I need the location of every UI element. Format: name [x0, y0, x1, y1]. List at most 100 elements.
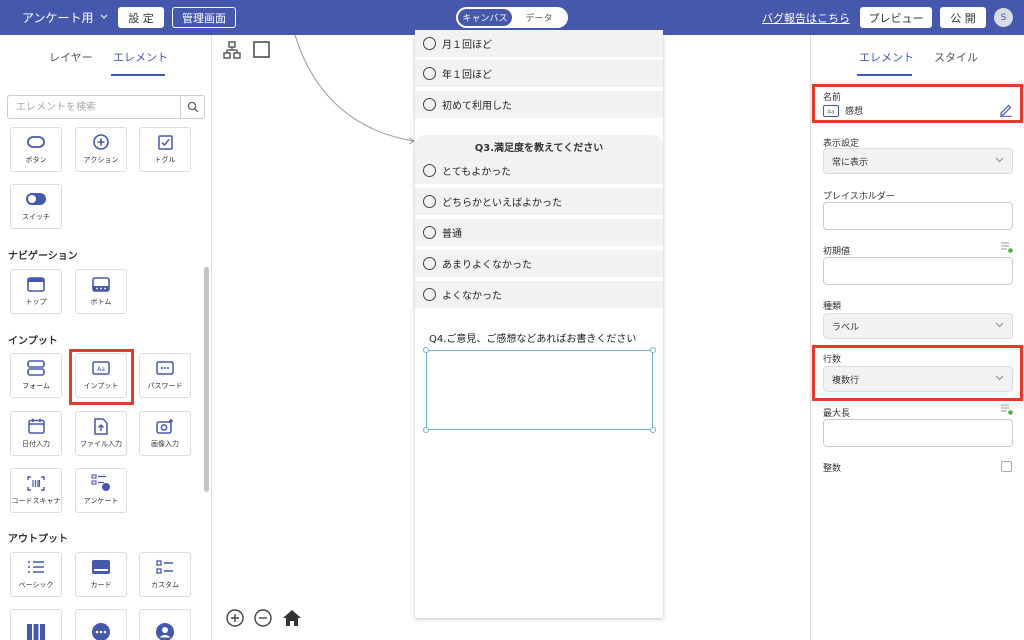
tile-card[interactable]: カード	[75, 552, 127, 597]
initial-value-input[interactable]	[823, 257, 1013, 285]
barcode-icon	[26, 475, 46, 491]
chevron-down-icon	[995, 375, 1004, 381]
avatar[interactable]: S	[994, 8, 1013, 27]
tile-more[interactable]	[75, 609, 127, 640]
text-input-icon: Aa	[823, 104, 839, 117]
resize-handle[interactable]	[650, 427, 656, 433]
tile-file-input[interactable]: ファイル入力	[75, 411, 127, 456]
tile-profile[interactable]	[139, 609, 191, 640]
canvas-tab[interactable]: キャンバス	[458, 9, 512, 26]
tab-style[interactable]: スタイル	[934, 49, 978, 65]
q2-option[interactable]: 月１回ほど	[415, 30, 663, 57]
q2-option[interactable]: 年１回ほど	[415, 60, 663, 87]
option-label: 年１回ほど	[442, 70, 492, 81]
tile-switch[interactable]: スイッチ	[10, 184, 62, 229]
home-icon[interactable]	[282, 609, 302, 627]
add-field-icon[interactable]	[1001, 403, 1013, 415]
tile-label: ボタン	[25, 156, 47, 164]
q3-option[interactable]: あまりよくなかった	[415, 250, 663, 277]
q3-option[interactable]: よくなかった	[415, 281, 663, 308]
resize-handle[interactable]	[423, 427, 429, 433]
rows-select[interactable]: 複数行	[823, 366, 1013, 392]
q3-option[interactable]: どちらかといえばよかった	[415, 188, 663, 215]
preview-button[interactable]: プレビュー	[860, 7, 932, 28]
tile-code-scanner[interactable]: コードスキャナ	[10, 468, 62, 513]
tile-form[interactable]: フォーム	[10, 353, 62, 398]
integer-checkbox[interactable]	[1001, 461, 1012, 472]
zoom-controls	[226, 609, 302, 627]
resize-handle[interactable]	[650, 347, 656, 353]
frame-icon[interactable]	[253, 41, 270, 58]
q4-title: Q4.ご意見、ご感想などあればお書きください	[429, 334, 637, 345]
tile-survey[interactable]: アンケート	[75, 468, 127, 513]
q4-textarea[interactable]	[423, 347, 656, 433]
max-length-input[interactable]	[823, 419, 1013, 447]
tile-label: ファイル入力	[80, 440, 122, 448]
search-input[interactable]	[8, 96, 180, 118]
custom-list-icon	[155, 559, 175, 575]
tile-button[interactable]: ボタン	[10, 127, 62, 172]
section-navigation: ナビゲーション	[8, 251, 78, 262]
tile-date-input[interactable]: 日付入力	[10, 411, 62, 456]
file-upload-icon	[91, 417, 111, 435]
tile-bottom[interactable]: ボトム	[75, 269, 127, 314]
zoom-in-icon[interactable]	[226, 609, 244, 627]
tree-icon[interactable]	[223, 41, 241, 59]
q3-option[interactable]: とてもよかった	[415, 157, 663, 184]
publish-button[interactable]: 公 開	[940, 7, 986, 28]
initial-value-label: 初期値	[823, 247, 851, 257]
tile-label: 画像入力	[151, 440, 179, 448]
q3-title: Q3.満足度を教えてください	[415, 135, 663, 157]
app-selector[interactable]: アンケート用	[22, 9, 108, 26]
tile-label: カスタム	[151, 581, 179, 589]
search-button[interactable]	[180, 96, 204, 118]
more-icon	[91, 622, 111, 640]
zoom-out-icon[interactable]	[254, 609, 272, 627]
password-icon	[155, 360, 175, 376]
active-tab-indicator	[111, 74, 165, 76]
active-tab-indicator	[857, 74, 912, 76]
tile-action[interactable]: アクション	[75, 127, 127, 172]
q2-option[interactable]: 初めて利用した	[415, 91, 663, 118]
q3-option[interactable]: 普通	[415, 219, 663, 246]
tile-label: フォーム	[22, 382, 50, 390]
settings-button[interactable]: 設 定	[118, 7, 164, 28]
bottom-nav-icon	[91, 276, 111, 292]
type-select[interactable]: ラベル	[823, 313, 1013, 339]
name-label: 名前	[823, 93, 842, 103]
tile-top[interactable]: トップ	[10, 269, 62, 314]
name-value: 感想	[845, 107, 864, 117]
resize-handle[interactable]	[423, 347, 429, 353]
tile-label: パスワード	[147, 382, 183, 390]
tile-toggle[interactable]: トグル	[139, 127, 191, 172]
list-icon	[26, 559, 46, 575]
admin-button[interactable]: 管理画面	[172, 7, 236, 28]
tab-elements[interactable]: エレメント	[113, 49, 168, 65]
element-palette: ボタン アクション トグル スイッチ ナビゲーション トップ ボトム インプット…	[0, 127, 200, 640]
left-panel: レイヤー エレメント ボタン アクション トグル スイッチ ナビゲーション	[0, 35, 212, 640]
placeholder-input[interactable]	[823, 202, 1013, 230]
option-label: 初めて利用した	[442, 101, 512, 112]
tile-columns[interactable]	[10, 609, 62, 640]
option-label: 月１回ほど	[442, 40, 492, 51]
option-label: あまりよくなかった	[442, 260, 532, 271]
tile-basic[interactable]: ベーシック	[10, 552, 62, 597]
tile-input[interactable]: Aa インプット	[75, 353, 127, 398]
bug-report-link[interactable]: バグ報告はこちら	[762, 10, 850, 26]
calendar-icon	[26, 418, 46, 434]
tab-layers[interactable]: レイヤー	[49, 49, 93, 65]
tile-image-input[interactable]: 画像入力	[139, 411, 191, 456]
display-select[interactable]: 常に表示	[823, 148, 1013, 174]
tile-custom[interactable]: カスタム	[139, 552, 191, 597]
tile-password[interactable]: パスワード	[139, 353, 191, 398]
data-tab[interactable]: データ	[512, 9, 566, 26]
element-search	[7, 95, 205, 119]
add-field-icon[interactable]	[1001, 241, 1013, 253]
max-length-label: 最大長	[823, 409, 851, 419]
palette-scrollbar[interactable]	[204, 267, 209, 492]
radio-icon	[423, 98, 436, 111]
tab-element[interactable]: エレメント	[859, 49, 914, 65]
pencil-icon[interactable]	[999, 103, 1013, 117]
tile-label: ボトム	[90, 298, 112, 306]
top-nav-icon	[26, 276, 46, 292]
